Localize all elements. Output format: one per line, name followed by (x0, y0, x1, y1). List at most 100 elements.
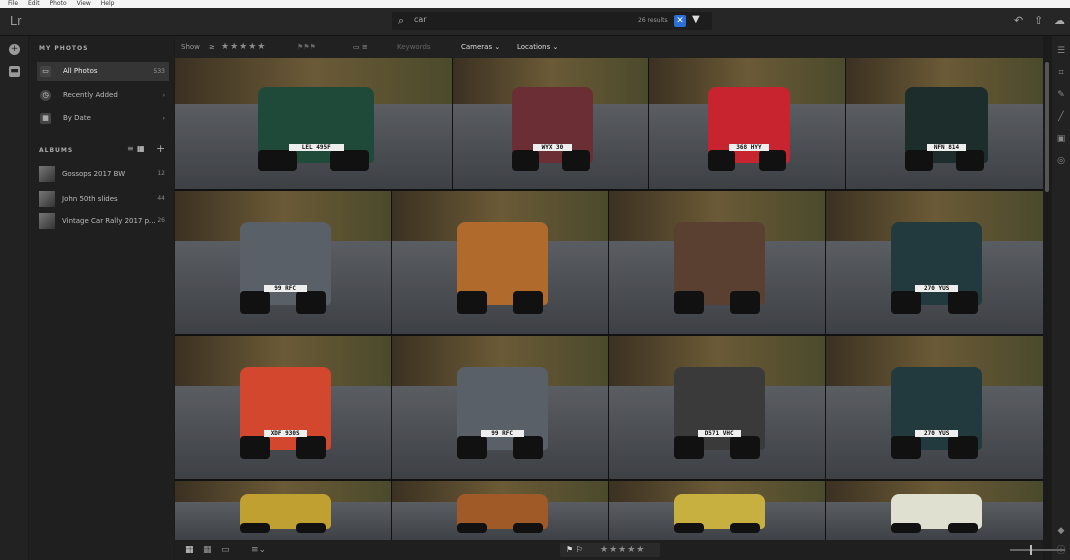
photo-wheel (729, 291, 761, 314)
photo-thumbnail[interactable]: 270 YUS (826, 336, 1043, 479)
photo-thumbnail[interactable] (826, 481, 1043, 540)
photo-thumbnail[interactable]: WYX 30 (453, 58, 648, 189)
share-icon[interactable]: ⇧ (1034, 14, 1043, 27)
number-plate: 368 HYY (729, 144, 769, 152)
square-grid-view-icon[interactable]: ▦ (203, 540, 212, 560)
album-count: 26 (157, 217, 165, 224)
filter-icon[interactable]: ▼ (692, 14, 700, 25)
cloud-icon[interactable]: ☁ (1054, 14, 1065, 27)
photo-wheel (729, 523, 761, 533)
search-box[interactable]: ⌕ car 26 results ✕ ▼ (392, 12, 712, 30)
album-label: Gossops 2017 BW (62, 170, 126, 178)
rating-stars[interactable]: ★★★★★ (600, 543, 645, 557)
photo-thumbnail[interactable] (392, 191, 608, 334)
album-thumbnail (39, 213, 55, 229)
photo-grid-view-icon[interactable]: ▦ (185, 540, 194, 560)
sidebar-item-all-photos[interactable]: ▭ All Photos 533 (37, 62, 169, 81)
media-type-icon[interactable]: ▭ ≡ (353, 36, 368, 58)
grid-scrollbar[interactable] (1044, 60, 1050, 540)
sidebar-item-recently-added[interactable]: ◷ Recently Added › (37, 86, 169, 105)
photo-wheel (673, 523, 705, 533)
undo-icon[interactable]: ↶ (1014, 14, 1023, 27)
photo-wheel (947, 436, 978, 459)
top-bar: Lr ⌕ car 26 results ✕ ▼ ↶ ⇧ ☁ (0, 8, 1070, 36)
album-item[interactable]: Vintage Car Rally 2017 p... 26 (37, 211, 169, 231)
photo-wheel (258, 149, 297, 171)
results-count: 26 results (638, 17, 668, 24)
linear-gradient-icon[interactable]: ▣ (1056, 134, 1066, 144)
album-thumbnail (39, 166, 55, 182)
right-rail: ☰ ⌗ ✎ ╱ ▣ ◎ ◆ ⓘ (1052, 36, 1070, 560)
photo-thumbnail[interactable]: NFN 814 (846, 58, 1043, 189)
menu-edit[interactable]: Edit (28, 0, 40, 7)
photo-thumbnail[interactable]: 99 RFC (175, 191, 391, 334)
list-view-icon[interactable]: ≡ (127, 144, 134, 153)
chevron-right-icon: › (162, 115, 165, 122)
info-icon[interactable]: ⓘ (1056, 546, 1066, 556)
photo-thumbnail[interactable]: D571 VHC (609, 336, 825, 479)
photo-wheel (891, 436, 922, 459)
photo-thumbnail[interactable]: XDF 930S (175, 336, 391, 479)
brush-icon[interactable]: ╱ (1056, 112, 1066, 122)
photo-wheel (511, 149, 539, 171)
photo-thumbnail[interactable]: 368 HYY (649, 58, 845, 189)
edit-sliders-icon[interactable]: ☰ (1056, 46, 1066, 56)
photo-wheel (956, 149, 984, 171)
photo-wheel (239, 523, 271, 533)
flag-icons[interactable]: ⚑ ⚐ (566, 543, 583, 557)
scrollbar-thumb[interactable] (1045, 62, 1049, 192)
number-plate: D571 VHC (697, 430, 741, 438)
sidebar-item-label: By Date (63, 114, 91, 122)
sidebar-item-count: 533 (153, 68, 165, 75)
number-plate: 99 RFC (263, 285, 307, 293)
add-album-button[interactable]: + (156, 142, 165, 155)
photo-wheel (891, 291, 922, 314)
menu-view[interactable]: View (77, 0, 91, 7)
photo-thumbnail[interactable]: 270 YUS (826, 191, 1043, 334)
bottom-bar: ▦ ▦ ▭ ≡⌄ ⚑ ⚐ ★★★★★ (175, 540, 1065, 560)
detail-view-icon[interactable]: ▭ (221, 540, 230, 560)
photo-wheel (239, 436, 271, 459)
clear-search-button[interactable]: ✕ (674, 15, 686, 27)
keywords-filter[interactable]: Keywords (397, 36, 431, 58)
search-input[interactable]: car (414, 15, 427, 24)
sidebar-item-by-date[interactable]: ▦ By Date › (37, 109, 169, 128)
healing-brush-icon[interactable]: ✎ (1056, 90, 1066, 100)
photo-thumbnail[interactable] (175, 481, 391, 540)
menu-photo[interactable]: Photo (50, 0, 67, 7)
photo-thumbnail[interactable] (609, 481, 825, 540)
photo-wheel (456, 291, 488, 314)
add-photos-icon[interactable]: + (9, 44, 20, 55)
rating-operator[interactable]: ≥ (209, 36, 215, 58)
photo-thumbnail[interactable] (392, 481, 608, 540)
rating-filter-stars[interactable]: ★★★★★ (221, 36, 266, 58)
zoom-slider[interactable] (1010, 545, 1065, 555)
photo-wheel (456, 523, 488, 533)
sort-icon[interactable]: ≡⌄ (251, 540, 266, 560)
tag-icon[interactable]: ◆ (1056, 526, 1066, 536)
flag-filter[interactable]: ⚑⚑⚑ (297, 36, 316, 58)
album-item[interactable]: Gossops 2017 BW 12 (37, 164, 169, 184)
albums-header: ALBUMS (39, 147, 74, 154)
menu-file[interactable]: File (8, 0, 18, 7)
photo-thumbnail[interactable] (609, 191, 825, 334)
number-plate: 270 YUS (914, 285, 959, 293)
photo-wheel (758, 149, 787, 171)
photo-wheel (562, 149, 590, 171)
album-thumbnail (39, 191, 55, 207)
my-photos-icon[interactable]: ▬ (9, 66, 20, 77)
crop-icon[interactable]: ⌗ (1056, 68, 1066, 78)
photo-wheel (673, 291, 705, 314)
calendar-icon: ▦ (40, 113, 51, 124)
menu-help[interactable]: Help (101, 0, 115, 7)
photo-wheel (295, 523, 327, 533)
grid-view-icon[interactable]: ▦ (137, 144, 145, 153)
radial-gradient-icon[interactable]: ◎ (1056, 156, 1066, 166)
sidebar-item-label: Recently Added (63, 91, 118, 99)
locations-filter[interactable]: Locations ⌄ (517, 36, 558, 58)
zoom-slider-handle[interactable] (1030, 545, 1032, 555)
album-item[interactable]: John 50th slides 44 (37, 189, 169, 209)
cameras-filter[interactable]: Cameras ⌄ (461, 36, 500, 58)
photo-thumbnail[interactable]: 99 RFC (392, 336, 608, 479)
photo-thumbnail[interactable]: LEL 495F (175, 58, 452, 189)
